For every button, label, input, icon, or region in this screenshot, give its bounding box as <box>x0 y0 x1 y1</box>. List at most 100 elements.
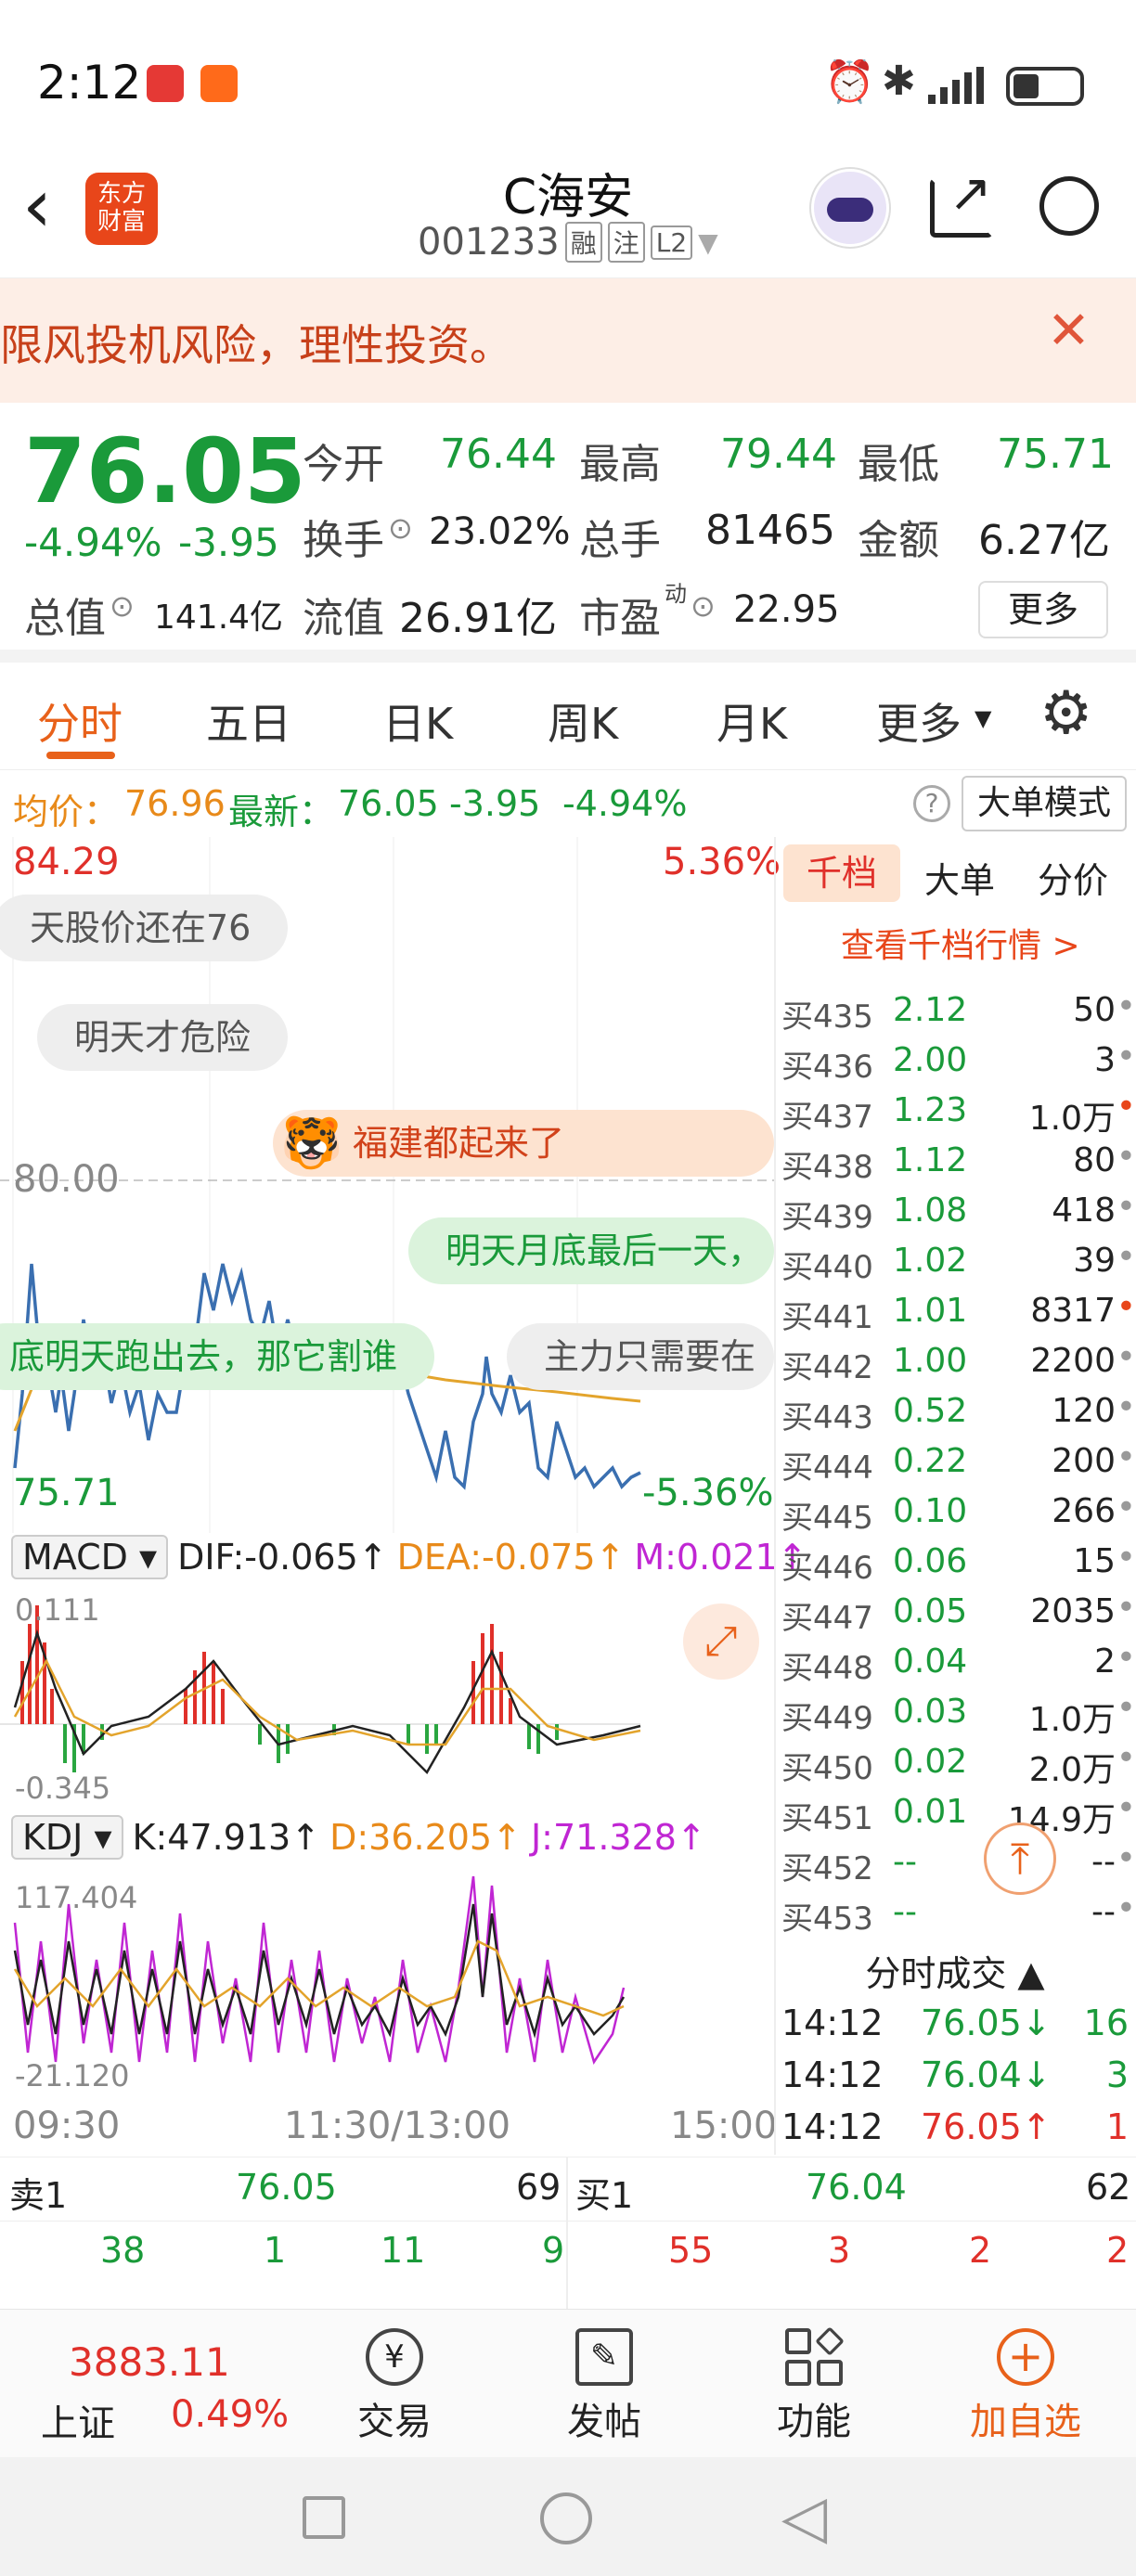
dot-icon: • <box>1116 1689 1136 1727</box>
orderbook-level: 买437 <box>781 1099 873 1136</box>
comment-bubble[interactable]: 天股价还在76 <box>0 895 289 961</box>
tab-5day[interactable]: 五日 <box>206 690 291 752</box>
tab-weekly[interactable]: 周K <box>548 690 618 752</box>
back-nav-icon[interactable]: ◁ <box>781 2483 827 2552</box>
tab-more[interactable]: 更多 <box>876 690 962 752</box>
tab-monthly[interactable]: 月K <box>716 690 787 752</box>
orderbook-level: 买441 <box>781 1299 873 1336</box>
kdj-d: D:36.205↑ <box>329 1817 522 1858</box>
expand-icon[interactable]: ⤢ <box>683 1604 759 1680</box>
level1-panel: 卖1 76.05 69 买1 76.04 62 38 1 11 9 55 3 2… <box>0 2157 1136 2310</box>
function-tab[interactable]: 功能 <box>763 2310 865 2458</box>
amount-label: 金额 <box>858 517 939 564</box>
caret-down-icon: ▼ <box>975 705 992 731</box>
tab-price-dist[interactable]: 分价 <box>1038 852 1108 903</box>
chart-top-pct: 5.36% <box>663 841 781 883</box>
orderbook-row: 买440 1.02 39 • <box>781 1236 1136 1286</box>
tag-l2: L2 <box>650 225 693 260</box>
ticks-header[interactable]: 分时成交 ▲ <box>774 1945 1136 1996</box>
info-icon[interactable]: ⊙ <box>388 510 413 546</box>
recent-apps-icon[interactable] <box>303 2496 345 2539</box>
orderbook-price: 1.12 <box>893 1141 968 1179</box>
close-icon[interactable]: ✕ <box>1047 301 1091 361</box>
macd-dea: DEA:-0.075↑ <box>396 1537 626 1578</box>
orderbook-price: 0.02 <box>893 1743 968 1781</box>
dot-icon: • <box>1116 1539 1136 1577</box>
info-icon[interactable]: ⊙ <box>110 588 135 624</box>
function-tab-label: 功能 <box>777 2401 851 2443</box>
chart-bottom-pct: -5.36% <box>642 1472 774 1514</box>
last-change: -3.95 <box>449 783 541 824</box>
kdj-select[interactable]: KDJ ▾ <box>11 1815 123 1860</box>
grid-icon <box>785 2326 845 2386</box>
help-icon[interactable]: ? <box>913 785 950 822</box>
mktcap-value: 141.4亿 <box>154 599 284 637</box>
floating-top-button[interactable]: ⤒ <box>984 1823 1056 1895</box>
orderbook-price: 1.00 <box>893 1342 968 1380</box>
float-label: 流值 <box>303 595 384 642</box>
orderbook-level: 买453 <box>781 1900 873 1938</box>
battery-icon <box>1006 67 1084 106</box>
orderbook-price: 0.04 <box>893 1642 968 1681</box>
orderbook-level: 买447 <box>781 1600 873 1637</box>
kdj-bottom: -21.120 <box>15 2058 130 2093</box>
trade-tab-label: 交易 <box>357 2401 432 2443</box>
comment-bubble[interactable]: 福建都起来了 <box>273 1110 774 1177</box>
risk-banner: 限风投机风险，理性投资。 ✕ <box>0 278 1136 403</box>
tick-price: 76.04↓ <box>921 2054 1052 2095</box>
macd-select[interactable]: MACD ▾ <box>11 1535 169 1579</box>
last-label: 最新： <box>228 792 335 832</box>
tick-volume: 16 <box>1083 2003 1129 2043</box>
view-levels-link[interactable]: 查看千档行情 > <box>841 919 1080 967</box>
avg-value: 76.96 <box>124 783 226 824</box>
stock-code-row[interactable]: 001233 融 注 L2 ▼ <box>418 221 718 264</box>
orderbook-row: 买445 0.10 266 • <box>781 1487 1136 1537</box>
trade-tab[interactable]: ¥ 交易 <box>343 2310 445 2458</box>
tab-intraday[interactable]: 分时 <box>37 690 123 752</box>
dot-icon: • <box>1116 1739 1136 1777</box>
orderbook-price: -- <box>893 1843 917 1881</box>
add-watchlist-label: 加自选 <box>970 2401 1081 2443</box>
macd-chart <box>0 1605 641 1775</box>
bluetooth-icon: ✱ <box>882 58 916 105</box>
last-value: 76.05 <box>338 783 439 824</box>
chart-top-price: 84.29 <box>13 841 120 883</box>
big-order-mode-button[interactable]: 大单模式 <box>962 776 1127 831</box>
more-button[interactable]: 更多 <box>978 581 1108 638</box>
last-price: 76.05 <box>24 419 306 523</box>
alarm-icon: ⏰ <box>824 58 875 106</box>
comment-bubble[interactable]: 明天才危险 <box>37 1004 289 1071</box>
kdj-k: K:47.913↑ <box>132 1817 321 1858</box>
dot-icon: • <box>1116 1889 1136 1927</box>
info-icon[interactable]: ⊙ <box>691 588 716 624</box>
orderbook-volume: 2 <box>1094 1642 1116 1681</box>
robot-avatar-icon[interactable] <box>811 169 889 247</box>
system-nav-bar: ◁ <box>0 2457 1136 2576</box>
tab-thousand-levels[interactable]: 千档 <box>783 844 900 902</box>
bottom-tab-bar: 3883.11 上证 0.49% ¥ 交易 ✎ 发帖 功能 + 加自选 <box>0 2309 1136 2457</box>
tab-daily[interactable]: 日K <box>382 690 453 752</box>
add-watchlist-tab[interactable]: + 加自选 <box>956 2310 1095 2458</box>
comment-bubble[interactable]: 主力只需要在 <box>507 1323 774 1390</box>
macd-bottom: -0.345 <box>15 1771 111 1806</box>
buy-queue-item: 3 <box>828 2230 851 2271</box>
comment-bubble[interactable]: 底明天跑出去，那它割谁 <box>0 1323 435 1390</box>
dot-icon: • <box>1116 1138 1136 1176</box>
tick-row: 14:12 76.04↓ 3 <box>781 2049 1136 2099</box>
orderbook-price: 0.22 <box>893 1442 968 1480</box>
dot-icon: • <box>1116 1789 1136 1827</box>
orderbook-price: 0.01 <box>893 1793 968 1831</box>
search-icon[interactable] <box>1039 176 1099 236</box>
edit-icon: ✎ <box>575 2328 633 2386</box>
gear-icon[interactable]: ⚙ <box>1039 679 1092 748</box>
tab-big-orders[interactable]: 大单 <box>924 852 995 903</box>
post-tab[interactable]: ✎ 发帖 <box>553 2310 655 2458</box>
orderbook-row: 买447 0.05 2035 • <box>781 1587 1136 1637</box>
comment-bubble[interactable]: 明天月底最后一天， <box>408 1217 774 1284</box>
index-ticker[interactable]: 3883.11 上证 0.49% <box>0 2310 306 2458</box>
amount-value: 6.27亿 <box>978 517 1110 564</box>
signal-icon <box>928 67 993 104</box>
home-icon[interactable] <box>540 2492 592 2544</box>
turnover-label: 换手 <box>303 517 384 564</box>
status-time: 2:12 <box>37 56 142 109</box>
